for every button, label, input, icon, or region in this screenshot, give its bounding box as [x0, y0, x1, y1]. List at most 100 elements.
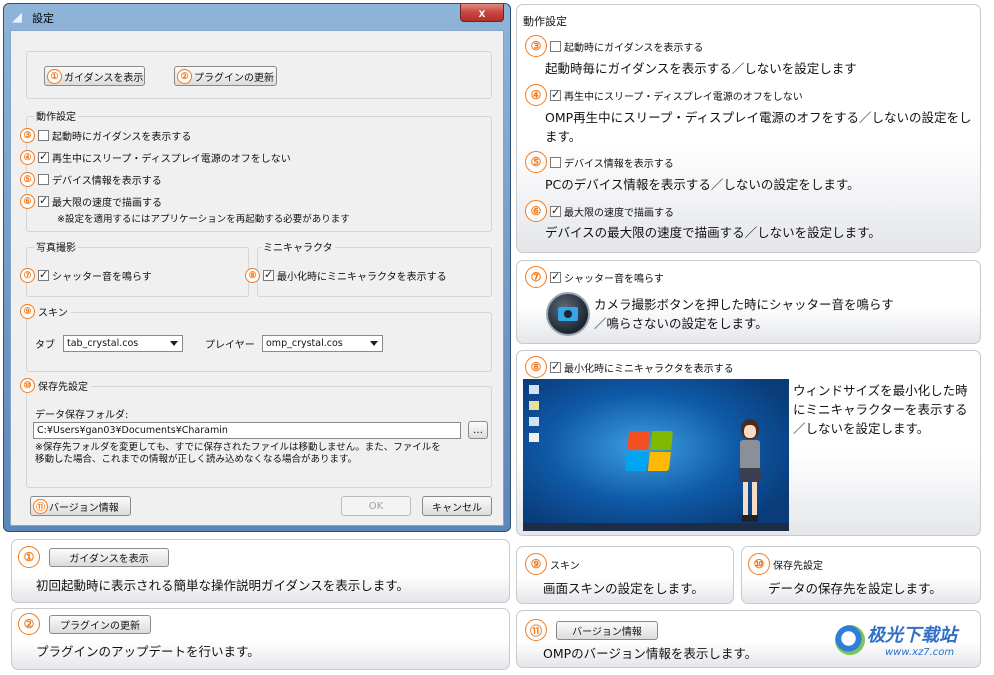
marker-9: ⑨ — [20, 304, 35, 319]
checkbox-icon — [550, 88, 561, 101]
cancel-button[interactable]: キャンセル — [422, 496, 492, 516]
windows-logo — [624, 431, 674, 471]
dialog-client: ① ガイダンスを表示 ② プラグインの更新 動作設定 ③ 起動時にガイダンスを表… — [10, 30, 504, 526]
version-explain-panel: ⑪ バージョン情報 OMPのバージョン情報を表示します。 极光下载站 www.x… — [516, 610, 981, 668]
checkbox-icon — [550, 270, 561, 283]
marker-4: ④ — [525, 84, 547, 106]
mini-char-label: 最小化時にミニキャラクタを表示する — [277, 272, 447, 283]
mini-char-group-title: ミニキャラクタ — [261, 239, 335, 254]
checkbox-icon — [550, 40, 561, 52]
option-mini-char[interactable]: ⑧ 最小化時にミニキャラクタを表示する — [245, 268, 447, 283]
settings-dialog: ◢ 設定 x ① ガイダンスを表示 ② プラグインの更新 動作設定 ③ 起動時に… — [3, 3, 511, 532]
option-max-speed[interactable]: ⑥ 最大限の速度で描画する — [20, 194, 162, 209]
skin-explain-panel: ⑨ スキン 画面スキンの設定をします。 — [516, 546, 734, 604]
marker-3: ③ — [20, 128, 35, 143]
device-info-label: デバイス情報を表示する — [52, 176, 162, 187]
explain-item2-desc: プラグインのアップデートを行います。 — [36, 644, 260, 659]
chevron-down-icon — [370, 341, 378, 346]
checkbox-icon — [550, 204, 561, 217]
camera-icon — [558, 307, 578, 321]
browse-button[interactable]: … — [468, 421, 488, 439]
camera-button-icon — [546, 292, 590, 336]
option-device-info[interactable]: ⑤ デバイス情報を表示する — [20, 172, 162, 187]
save-group-title: 保存先設定 — [38, 382, 88, 393]
guidance-startup-checkbox[interactable] — [38, 130, 49, 141]
marker-2: ② — [18, 613, 40, 635]
marker-11: ⑪ — [525, 619, 547, 641]
explain-item3-desc: 起動時毎にガイダンスを表示する／しないを設定します — [545, 61, 857, 76]
marker-10: ⑩ — [20, 378, 35, 393]
data-folder-label: データ保存フォルダ: — [35, 410, 129, 421]
plugin-update-button[interactable]: ② プラグインの更新 — [174, 66, 277, 86]
mini-character — [733, 419, 767, 523]
marker-5: ⑤ — [20, 172, 35, 187]
watermark-site-name: 极光下载站 — [867, 625, 957, 646]
explain-item7-desc: カメラ撮影ボタンを押した時にシャッター音を鳴らす／鳴らさないの設定をします。 — [594, 297, 894, 331]
checkbox-icon — [550, 360, 561, 373]
explain-item11-header: ⑪ バージョン情報 — [525, 619, 658, 641]
marker-1: ① — [47, 68, 62, 84]
option-shutter[interactable]: ⑦ シャッター音を鳴らす — [20, 268, 152, 283]
mini-char-checkbox[interactable] — [263, 268, 274, 281]
player-skin-value: omp_crystal.cos — [266, 338, 343, 349]
watermark-site-url: www.xz7.com — [885, 647, 955, 658]
max-speed-checkbox[interactable] — [38, 194, 49, 207]
explain-item4-header: ④ 再生中にスリープ・ディスプレイ電源のオフをしない — [525, 84, 803, 106]
behavior-group-title: 動作設定 — [34, 108, 78, 123]
explain-item7-header: ⑦ シャッター音を鳴らす — [525, 266, 664, 288]
tab-label: タブ — [35, 340, 55, 351]
explain-item10-header: ⑩ 保存先設定 — [748, 553, 823, 575]
guidance-button-label: ガイダンスを表示 — [64, 72, 144, 84]
plugin-sample-button-label: プラグインの更新 — [60, 620, 140, 632]
marker-4: ④ — [20, 150, 35, 165]
save-note: ※保存先フォルダを変更しても、すでに保存されたファイルは移動しません。また、ファ… — [35, 442, 441, 465]
guidance-button[interactable]: ① ガイダンスを表示 — [44, 66, 145, 86]
version-sample-button-label: バージョン情報 — [572, 626, 642, 638]
explain-item5-label: デバイス情報を表示する — [564, 158, 674, 170]
taskbar — [523, 523, 789, 531]
restart-note: ※設定を適用するにはアプリケーションを再起動する必要があります — [57, 214, 350, 225]
explain-item2-header: ② プラグインの更新 — [18, 613, 151, 635]
chevron-down-icon — [170, 341, 178, 346]
marker-3: ③ — [525, 35, 547, 57]
data-folder-input[interactable]: C:¥Users¥gan03¥Documents¥Charamin — [33, 422, 461, 439]
plugin-update-button-label: プラグインの更新 — [194, 72, 274, 84]
explain-item10-title: 保存先設定 — [773, 560, 823, 572]
marker-6: ⑥ — [20, 194, 35, 209]
tab-skin-value: tab_crystal.cos — [67, 338, 139, 349]
ok-button[interactable]: OK — [341, 496, 411, 516]
tab-skin-select[interactable]: tab_crystal.cos — [63, 335, 183, 352]
option-guidance-startup[interactable]: ③ 起動時にガイダンスを表示する — [20, 128, 191, 143]
no-sleep-checkbox[interactable] — [38, 150, 49, 163]
skin-group-title-row: ⑨ スキン — [20, 304, 71, 319]
close-icon: x — [478, 5, 486, 20]
version-button[interactable]: ⑪ バージョン情報 — [30, 496, 131, 516]
marker-7: ⑦ — [20, 268, 35, 283]
ellipsis-icon: … — [473, 424, 483, 436]
plugin-explain-panel: ② プラグインの更新 プラグインのアップデートを行います。 — [11, 608, 510, 670]
plugin-sample-button: プラグインの更新 — [49, 614, 151, 634]
close-button[interactable]: x — [460, 4, 504, 22]
explain-item3-header: ③ 起動時にガイダンスを表示する — [525, 35, 703, 57]
marker-1: ① — [18, 546, 40, 568]
option-no-sleep[interactable]: ④ 再生中にスリープ・ディスプレイ電源のオフをしない — [20, 150, 291, 165]
cancel-button-label: キャンセル — [432, 502, 482, 514]
guidance-sample-button: ガイダンスを表示 — [49, 547, 169, 567]
mini-char-explain-panel: ⑧ 最小化時にミニキャラクタを表示する ウィンドサイズを最小化した時にミニ — [516, 350, 981, 536]
shutter-explain-panel: ⑦ シャッター音を鳴らす カメラ撮影ボタンを押した時にシャッター音を鳴らす／鳴ら… — [516, 260, 981, 344]
desktop-icons — [529, 385, 539, 455]
marker-8: ⑧ — [245, 268, 260, 283]
marker-6: ⑥ — [525, 200, 547, 222]
device-info-checkbox[interactable] — [38, 174, 49, 185]
photo-group-title: 写真撮影 — [34, 239, 78, 254]
explain-item8-desc: ウィンドサイズを最小化した時にミニキャラクターを表示する／しないを設定します。 — [793, 383, 968, 436]
save-explain-panel: ⑩ 保存先設定 データの保存先を設定します。 — [741, 546, 981, 604]
shutter-checkbox[interactable] — [38, 268, 49, 281]
save-group-title-row: ⑩ 保存先設定 — [20, 378, 91, 393]
player-skin-select[interactable]: omp_crystal.cos — [262, 335, 383, 352]
marker-5: ⑤ — [525, 151, 547, 173]
explain-item11-desc: OMPのバージョン情報を表示します。 — [543, 646, 758, 661]
marker-7: ⑦ — [525, 266, 547, 288]
app-icon: ◢ — [12, 10, 22, 25]
behavior-explain-title: 動作設定 — [523, 15, 567, 28]
